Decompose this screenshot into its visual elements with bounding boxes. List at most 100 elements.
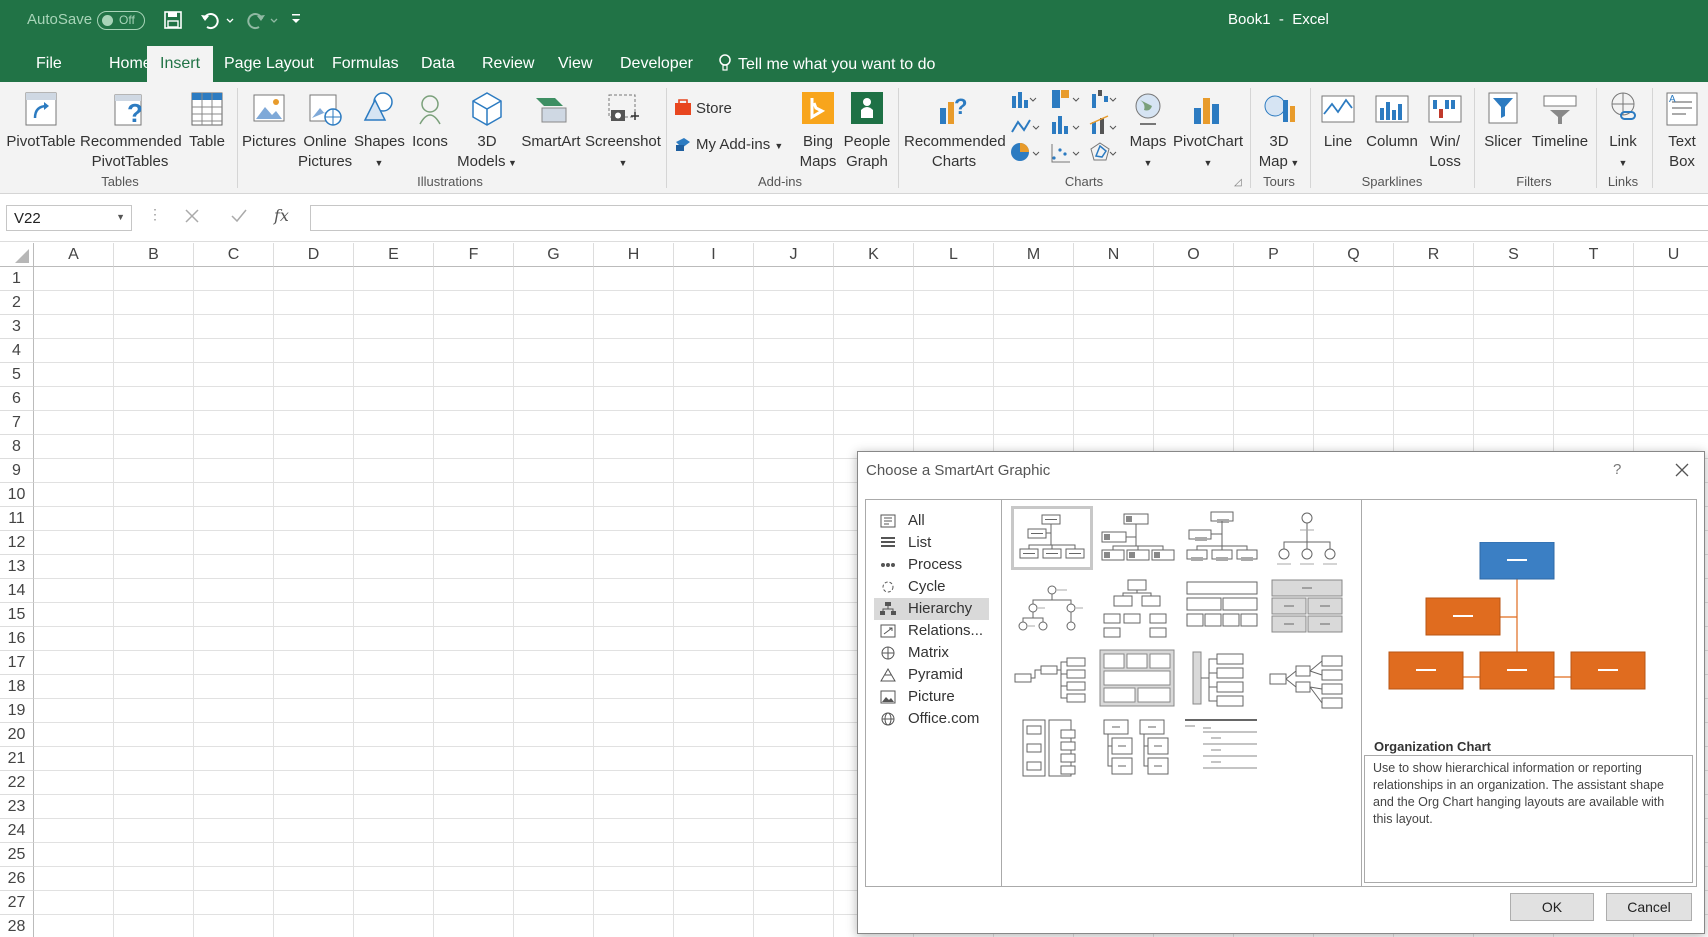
column-header[interactable]: C (194, 243, 274, 267)
layout-name-title-org-chart[interactable] (1181, 506, 1263, 570)
row-header[interactable]: 28 (0, 915, 34, 937)
cancel-entry-icon[interactable] (184, 208, 200, 228)
recommended-pivottables-button[interactable]: ? Recommended PivotTables (80, 90, 182, 172)
save-icon[interactable] (164, 11, 182, 33)
row-header[interactable]: 14 (0, 579, 34, 603)
row-header[interactable]: 18 (0, 675, 34, 699)
formula-input[interactable] (310, 205, 1708, 231)
row-header[interactable]: 26 (0, 867, 34, 891)
column-header[interactable]: H (594, 243, 674, 267)
category-matrix[interactable]: Matrix (874, 642, 989, 664)
row-header[interactable]: 13 (0, 555, 34, 579)
icons-button[interactable]: Icons (408, 90, 452, 152)
layout-horizontal-hierarchy[interactable] (1181, 646, 1263, 710)
hierarchy-chart-icon[interactable] (1052, 90, 1080, 108)
tell-me-box[interactable]: Tell me what you want to do (718, 54, 935, 74)
statistic-chart-icon[interactable] (1052, 116, 1080, 134)
category-cycle[interactable]: Cycle (874, 576, 989, 598)
column-header[interactable]: T (1554, 243, 1634, 267)
row-header[interactable]: 15 (0, 603, 34, 627)
customize-qat-icon[interactable] (290, 12, 302, 30)
row-header[interactable]: 4 (0, 339, 34, 363)
column-header[interactable]: G (514, 243, 594, 267)
help-button[interactable]: ? (1613, 461, 1621, 478)
tab-file[interactable]: File (24, 46, 74, 82)
row-header[interactable]: 2 (0, 291, 34, 315)
sparkline-line-button[interactable]: Line (1316, 90, 1360, 152)
maps-button[interactable]: Maps ▼ (1126, 90, 1170, 173)
column-header[interactable]: P (1234, 243, 1314, 267)
layout-lined-list-2[interactable] (1181, 716, 1263, 780)
line-chart-icon[interactable] (1011, 119, 1040, 133)
row-header[interactable]: 16 (0, 627, 34, 651)
radar-chart-icon[interactable] (1090, 142, 1117, 161)
column-header[interactable]: R (1394, 243, 1474, 267)
3d-map-button[interactable]: 3D Map ▼ (1254, 90, 1304, 173)
category-picture[interactable]: Picture (874, 686, 989, 708)
row-header[interactable]: 23 (0, 795, 34, 819)
layout-hierarchy[interactable] (1011, 576, 1093, 640)
column-header[interactable]: S (1474, 243, 1554, 267)
pictures-button[interactable]: Pictures (242, 90, 296, 152)
row-header[interactable]: 11 (0, 507, 34, 531)
row-header[interactable]: 6 (0, 387, 34, 411)
category-list-item[interactable]: List (874, 532, 989, 554)
row-header[interactable]: 8 (0, 435, 34, 459)
screenshot-button[interactable]: Screenshot ▼ (584, 90, 662, 173)
row-header[interactable]: 21 (0, 747, 34, 771)
row-header[interactable]: 22 (0, 771, 34, 795)
layout-horizontal-org-chart[interactable] (1011, 646, 1093, 710)
row-header[interactable]: 1 (0, 267, 34, 291)
row-header[interactable]: 9 (0, 459, 34, 483)
layout-labeled-hierarchy[interactable] (1096, 576, 1178, 640)
timeline-button[interactable]: Timeline (1530, 90, 1590, 152)
name-box[interactable]: V22 ▼ (6, 205, 132, 231)
scatter-chart-icon[interactable] (1051, 144, 1080, 163)
row-header[interactable]: 3 (0, 315, 34, 339)
online-pictures-button[interactable]: Online Pictures (298, 90, 352, 172)
column-header[interactable]: L (914, 243, 994, 267)
column-chart-icon[interactable] (1012, 92, 1037, 108)
row-header[interactable]: 19 (0, 699, 34, 723)
shapes-button[interactable]: Shapes ▼ (354, 90, 405, 173)
tab-insert[interactable]: Insert (147, 46, 214, 82)
3d-models-button[interactable]: 3D Models ▼ (456, 90, 518, 173)
sparkline-column-button[interactable]: Column (1364, 90, 1420, 152)
layout-picture-org-chart[interactable] (1096, 506, 1178, 570)
layout-organization-chart[interactable] (1011, 506, 1093, 570)
row-header[interactable]: 24 (0, 819, 34, 843)
category-all[interactable]: All (874, 510, 989, 532)
column-header[interactable]: D (274, 243, 354, 267)
column-header[interactable]: B (114, 243, 194, 267)
category-hierarchy[interactable]: Hierarchy (874, 598, 989, 620)
confirm-entry-icon[interactable] (230, 208, 248, 228)
column-header[interactable]: U (1634, 243, 1708, 267)
layout-table-hierarchy[interactable] (1181, 576, 1263, 640)
column-header[interactable]: I (674, 243, 754, 267)
layout-architecture[interactable] (1266, 576, 1348, 640)
column-header[interactable]: M (994, 243, 1074, 267)
cancel-button[interactable]: Cancel (1606, 893, 1692, 921)
bing-maps-button[interactable]: Bing Maps (798, 90, 838, 172)
charts-dialog-launcher-icon[interactable]: ◿ (1234, 177, 1242, 188)
tab-review[interactable]: Review (470, 46, 546, 82)
text-box-button[interactable]: A Text Box (1660, 90, 1704, 172)
select-all-corner[interactable] (0, 243, 34, 267)
tab-formulas[interactable]: Formulas (320, 46, 411, 82)
category-relationship[interactable]: Relations... (874, 620, 989, 642)
combo-chart-icon[interactable] (1089, 115, 1117, 134)
layout-table-list[interactable] (1096, 716, 1178, 780)
row-header[interactable]: 7 (0, 411, 34, 435)
sparkline-winloss-button[interactable]: Win/ Loss (1422, 90, 1468, 172)
pivottable-button[interactable]: PivotTable (6, 90, 76, 152)
tab-page-layout[interactable]: Page Layout (212, 46, 326, 82)
column-header[interactable]: K (834, 243, 914, 267)
layout-lined-list[interactable] (1011, 716, 1093, 780)
waterfall-chart-icon[interactable] (1092, 90, 1117, 108)
name-box-dropdown-icon[interactable]: ▼ (116, 212, 125, 222)
table-button[interactable]: Table (186, 90, 228, 152)
category-office-com[interactable]: Office.com (874, 708, 989, 730)
close-icon[interactable] (1674, 462, 1690, 482)
recommended-charts-button[interactable]: ? Recommended Charts (904, 90, 1006, 172)
tab-data[interactable]: Data (409, 46, 467, 82)
